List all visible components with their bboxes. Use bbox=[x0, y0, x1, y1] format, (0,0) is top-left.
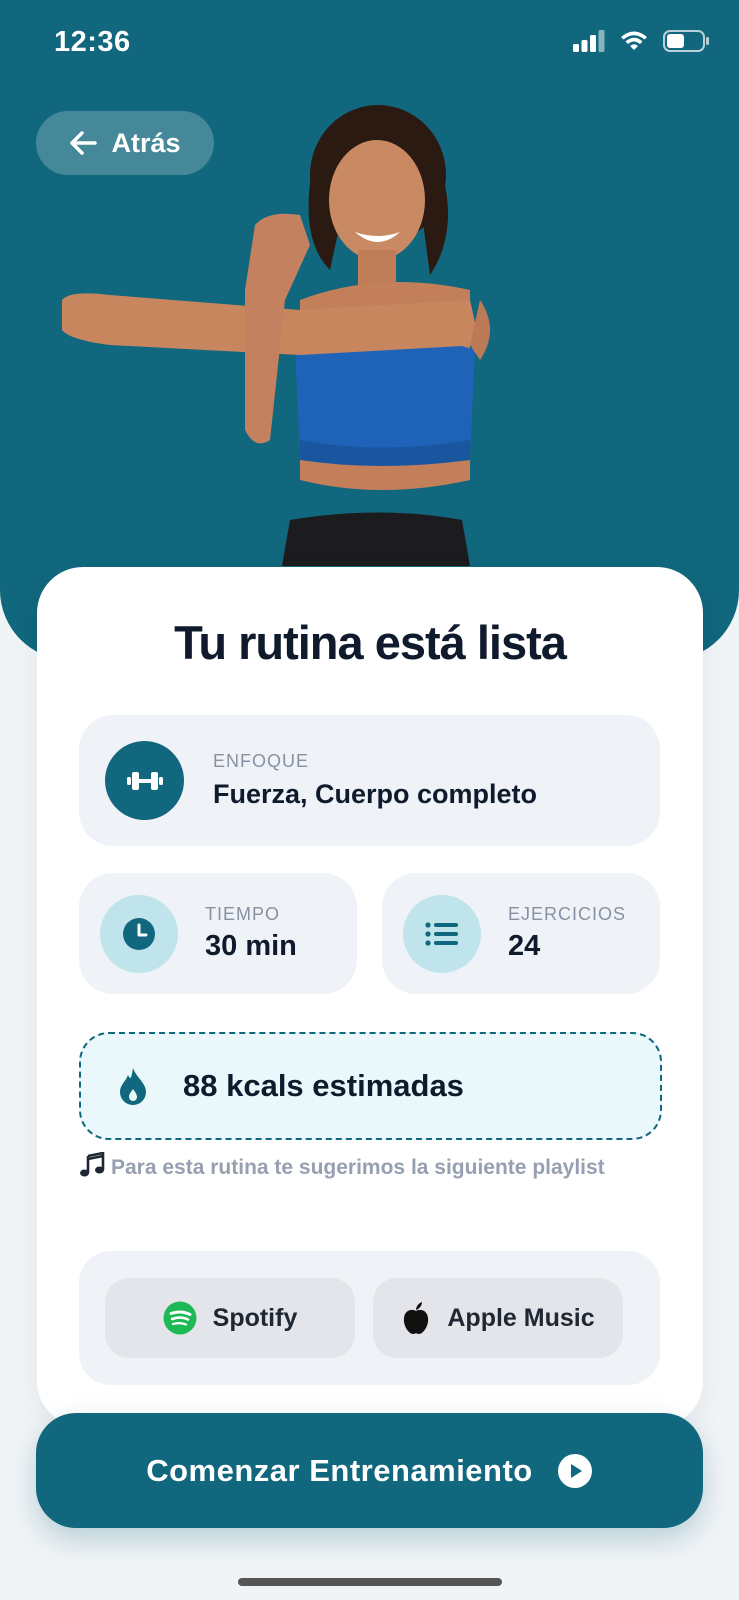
exercises-icon-badge bbox=[403, 895, 481, 973]
status-bar: 12:36 bbox=[0, 0, 739, 90]
back-label: Atrás bbox=[111, 127, 181, 158]
exercises-value: 24 bbox=[508, 930, 541, 962]
apple-music-button[interactable]: Apple Music bbox=[373, 1278, 623, 1358]
cellular-signal-icon bbox=[573, 30, 605, 52]
time-icon-badge bbox=[100, 895, 178, 973]
status-time: 12:36 bbox=[54, 26, 131, 58]
focus-label: ENFOQUE bbox=[213, 751, 310, 771]
exercises-label: EJERCICIOS bbox=[508, 904, 627, 924]
back-button[interactable]: Atrás bbox=[36, 111, 214, 175]
calories-estimate-tile: 88 kcals estimadas bbox=[79, 1032, 662, 1140]
home-indicator bbox=[238, 1578, 502, 1586]
page-title: Tu rutina está lista bbox=[174, 616, 567, 669]
clock-icon bbox=[123, 918, 155, 950]
calories-text: 88 kcals estimadas bbox=[183, 1068, 464, 1103]
time-label: TIEMPO bbox=[205, 904, 281, 924]
start-workout-button[interactable]: Comenzar Entrenamiento bbox=[36, 1413, 703, 1528]
athlete-photo bbox=[62, 105, 490, 566]
music-note-icon bbox=[80, 1151, 105, 1177]
flame-icon bbox=[120, 1068, 146, 1105]
hero-banner: 12:36 Atrás bbox=[0, 0, 739, 660]
focus-tile: ENFOQUE Fuerza, Cuerpo completo bbox=[79, 715, 660, 846]
spotify-label: Spotify bbox=[212, 1303, 298, 1332]
status-icons bbox=[573, 30, 709, 52]
wifi-icon bbox=[621, 31, 647, 50]
play-icon bbox=[557, 1453, 592, 1488]
apple-music-label: Apple Music bbox=[447, 1303, 595, 1332]
apple-icon bbox=[404, 1302, 429, 1334]
spotify-button[interactable]: Spotify bbox=[105, 1278, 355, 1358]
playlist-hint: Para esta rutina te sugerimos la siguien… bbox=[79, 1151, 639, 1181]
exercises-tile: EJERCICIOS 24 bbox=[382, 873, 660, 994]
list-icon bbox=[425, 922, 458, 946]
arrow-left-icon bbox=[70, 131, 98, 155]
focus-value: Fuerza, Cuerpo completo bbox=[213, 779, 538, 809]
music-options-panel: Spotify Apple Music bbox=[79, 1251, 660, 1385]
start-workout-label: Comenzar Entrenamiento bbox=[146, 1452, 533, 1488]
battery-icon bbox=[663, 30, 709, 52]
time-tile: TIEMPO 30 min bbox=[79, 873, 357, 994]
time-value: 30 min bbox=[205, 930, 297, 962]
routine-summary-card: Tu rutina está lista ENFOQUE Fuerza, Cue… bbox=[37, 567, 703, 1427]
playlist-hint-text: Para esta rutina te sugerimos la siguien… bbox=[111, 1156, 605, 1179]
spotify-icon bbox=[163, 1301, 197, 1335]
dumbbell-icon bbox=[126, 771, 163, 790]
focus-icon-badge bbox=[105, 741, 184, 820]
